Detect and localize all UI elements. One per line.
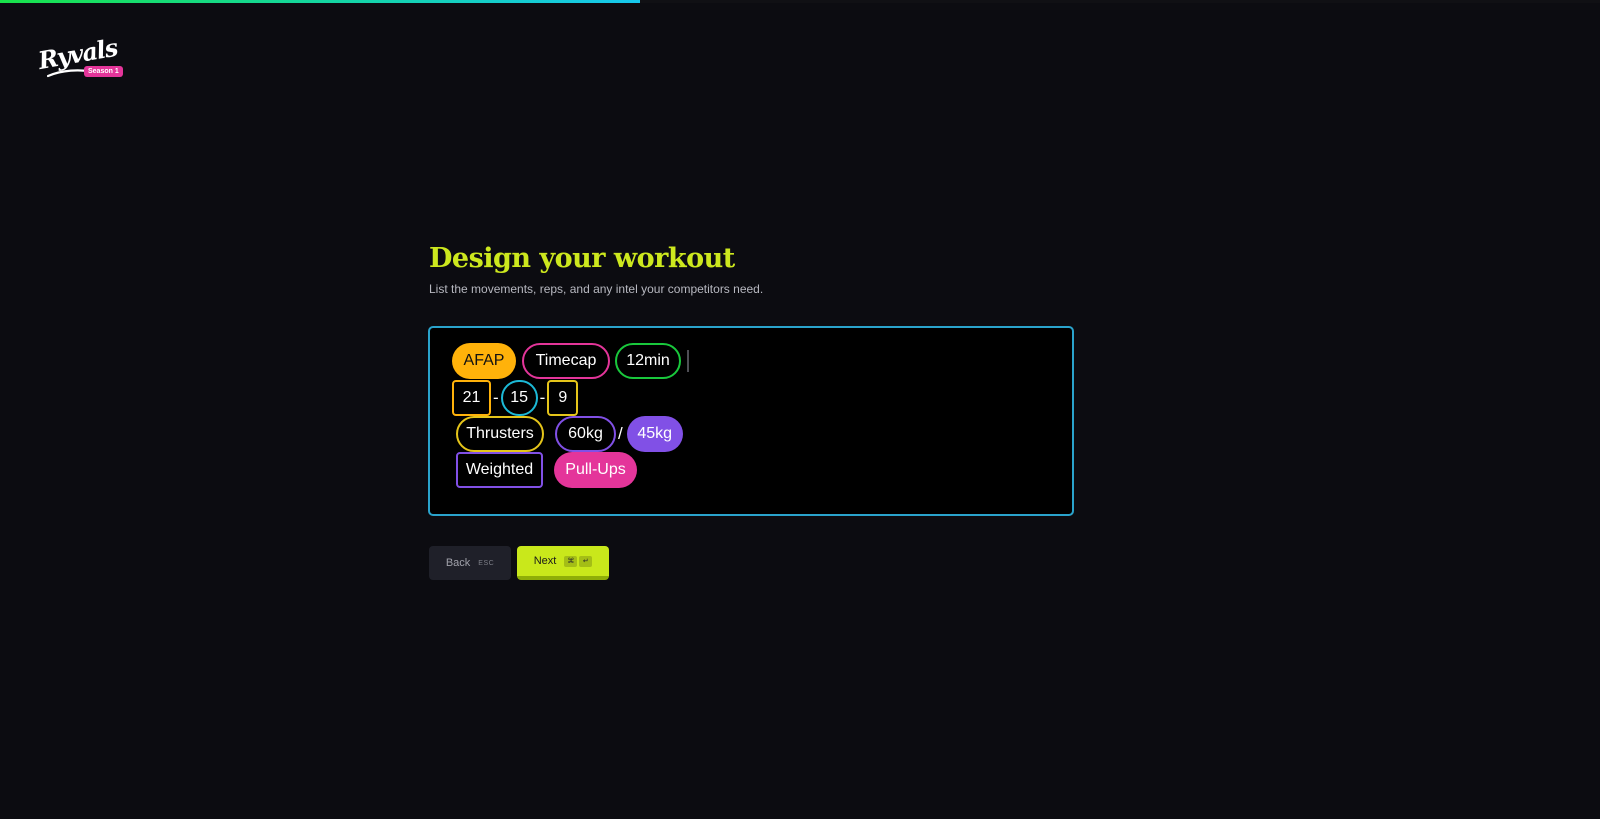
next-button[interactable]: Next ⌘ ↵ (517, 546, 609, 580)
workout-token[interactable]: 21 (452, 380, 491, 416)
workout-token[interactable]: 12min (615, 343, 681, 379)
brand-logo[interactable]: Ryvals Season 1 (36, 33, 125, 84)
workout-token[interactable]: 15 (500, 380, 538, 416)
workout-token[interactable]: Weighted (456, 452, 543, 488)
page-subtitle: List the movements, reps, and any intel … (429, 282, 764, 296)
editor-line: AFAP Timecap 12min (452, 343, 689, 379)
workout-editor[interactable]: AFAP Timecap 12min 21-15-9 Thrusters 60kg/45k… (428, 326, 1074, 516)
workout-token[interactable]: 45kg (626, 416, 683, 452)
back-button[interactable]: Back ESC (429, 546, 511, 580)
token-separator: - (539, 388, 546, 407)
text-caret (687, 350, 689, 372)
enter-key-icon: ↵ (579, 555, 593, 567)
next-shortcut: ⌘ ↵ (564, 555, 593, 567)
back-button-label: Back (445, 557, 471, 569)
token-separator: / (618, 424, 623, 443)
editor-line: 21-15-9 (452, 380, 579, 416)
season-badge: Season 1 (84, 66, 123, 77)
progress-track (0, 0, 1600, 3)
workout-token[interactable]: Timecap (522, 343, 610, 379)
esc-shortcut: ESC (478, 559, 495, 567)
action-bar: Back ESC Next ⌘ ↵ (429, 546, 609, 580)
page-title: Design your workout (429, 243, 735, 274)
workout-token[interactable]: Thrusters (456, 416, 544, 452)
command-key-icon: ⌘ (564, 555, 578, 567)
workout-header: Design your workout List the movements, … (429, 240, 1079, 296)
workout-token[interactable]: Pull-Ups (554, 452, 637, 488)
editor-line: Weighted Pull-Ups (456, 452, 637, 488)
workout-token[interactable]: AFAP (452, 343, 516, 379)
next-button-label: Next (533, 555, 557, 567)
workout-token[interactable]: 9 (547, 380, 579, 416)
editor-line: Thrusters 60kg/45kg (456, 416, 683, 452)
workout-token[interactable]: 60kg (555, 416, 616, 452)
token-separator: - (493, 388, 499, 407)
progress-fill (0, 0, 640, 3)
